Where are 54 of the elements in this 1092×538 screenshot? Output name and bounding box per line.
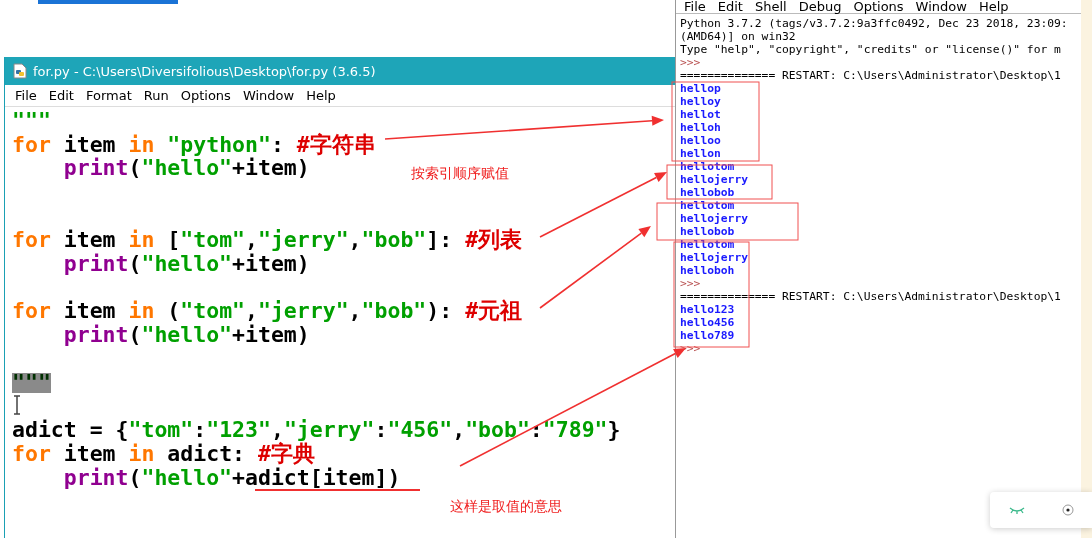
target-icon[interactable] [1061, 504, 1074, 516]
annotation-label: 这样是取值的意思 [450, 498, 562, 516]
output-line: helloboh [680, 264, 735, 277]
code-line: for item in adict: #字典 [12, 444, 315, 465]
shell-text: ============== RESTART: C:\Users\Administrator\Desktop\1 [680, 69, 1061, 82]
menu-item[interactable]: Edit [712, 0, 750, 13]
output-line: hellotom [680, 199, 735, 212]
menu-item[interactable]: Shell [749, 0, 794, 13]
code-line: adict = {"tom":"123","jerry":"456","bob":"789"} [12, 420, 621, 441]
output-line: hello123 [680, 303, 735, 316]
shell-text: Type "help", "copyright", "credits" or "license()" for m [680, 43, 1061, 56]
text-cursor-icon [13, 395, 21, 415]
output-line: helloy [680, 95, 721, 108]
output-line: hellon [680, 147, 721, 160]
menu-item[interactable]: Debug [793, 0, 849, 13]
output-line: helloo [680, 134, 721, 147]
menu-item[interactable]: File [679, 0, 713, 13]
code-line: print("hello"+item) [62, 325, 310, 346]
output-line: hellobob [680, 225, 735, 238]
menu-item[interactable]: File [9, 88, 43, 103]
output-line: hellojerry [680, 251, 748, 264]
menu-item[interactable]: Edit [42, 88, 80, 103]
menu-item[interactable]: Window [910, 0, 974, 13]
shell-text: ============== RESTART: C:\Users\Administrator\Desktop\1 [680, 290, 1061, 303]
shell-text: (AMD64)] on win32 [680, 30, 796, 43]
code-line: print("hello"+item) [62, 158, 310, 179]
output-line: hello456 [680, 316, 735, 329]
menu-item[interactable]: Options [848, 0, 911, 13]
window-title: for.py - C:\Users\Diversifolious\Desktop\for.py (3.6.5) [33, 63, 376, 79]
output-line: hellop [680, 82, 721, 95]
menu-item[interactable]: Run [137, 88, 175, 103]
prompt-symbol: >>> [680, 277, 701, 290]
output-line: helloh [680, 121, 721, 134]
menu-item[interactable]: Format [79, 88, 138, 103]
code-line: print("hello"+adict[item]) [62, 467, 401, 488]
output-line: hello789 [680, 329, 735, 342]
python-file-icon [13, 63, 27, 79]
output-line: hellotom [680, 238, 735, 251]
output-line: hellotom [680, 160, 735, 173]
code-line: print("hello"+item) [62, 253, 310, 274]
code-line: for item in ("tom","jerry","bob"): #元祖 [12, 301, 523, 322]
annotation-label: 按索引顺序赋值 [411, 165, 509, 183]
shell-text: Python 3.7.2 (tags/v3.7.2:9a3ffc0492, Dec 23 2018, 23:09: [680, 17, 1068, 30]
menu-item[interactable]: Window [236, 88, 301, 103]
output-line: hellobob [680, 186, 735, 199]
prompt-symbol: >>> [680, 56, 701, 69]
output-line: hellojerry [680, 173, 748, 186]
menu-item[interactable]: Help [973, 0, 1016, 13]
output-line: hellot [680, 108, 721, 121]
menu-item[interactable]: Help [300, 88, 342, 103]
menu-item[interactable]: Options [174, 88, 237, 103]
output-line: hellojerry [680, 212, 748, 225]
code-line: """ [12, 110, 51, 131]
code-line: for item in ["tom","jerry","bob"]: #列表 [12, 229, 523, 250]
